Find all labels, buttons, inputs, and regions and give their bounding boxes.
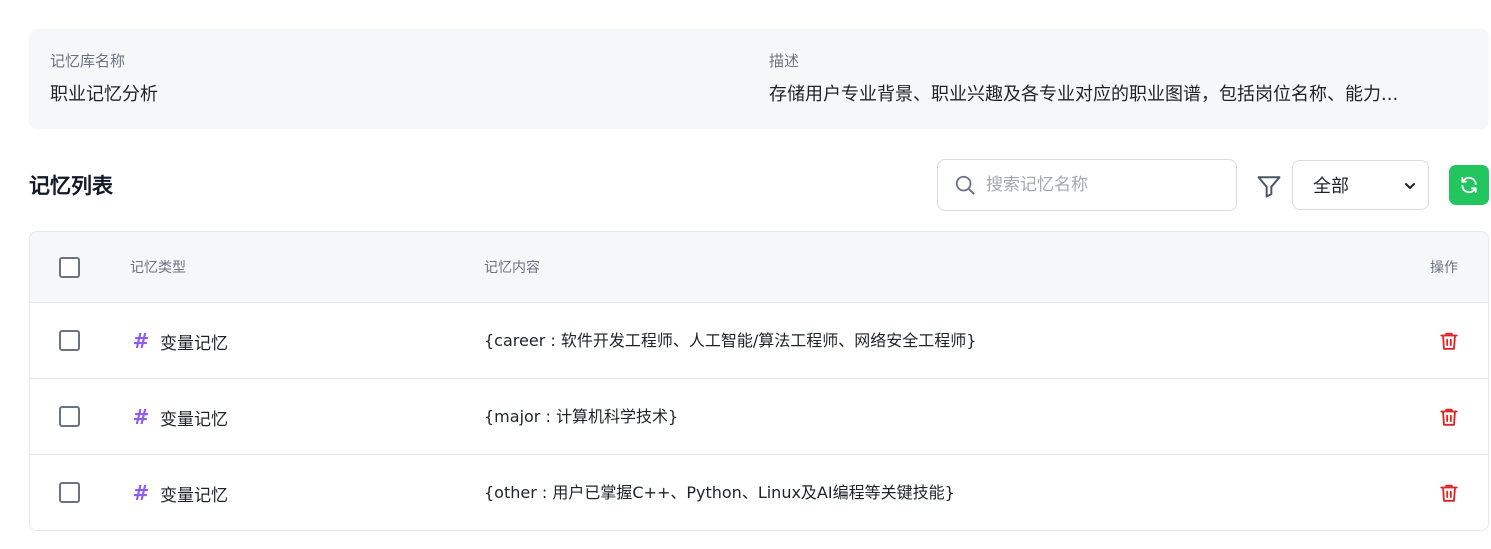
filter-icon[interactable] [1255, 172, 1283, 200]
search-input[interactable] [986, 175, 1216, 195]
memory-base-desc-label: 描述 [769, 52, 800, 70]
row-checkbox[interactable] [59, 330, 80, 351]
memory-base-desc-section: 描述 存储用户专业背景、职业兴趣及各专业对应的职业图谱，包括岗位名称、能力... [769, 51, 1471, 107]
refresh-icon [1461, 176, 1477, 194]
trash-icon[interactable] [1438, 482, 1460, 504]
memory-base-info-card: 记忆库名称 职业记忆分析 描述 存储用户专业背景、职业兴趣及各专业对应的职业图谱… [29, 29, 1489, 129]
hash-icon: # [132, 405, 150, 429]
select-all-checkbox[interactable] [59, 257, 80, 278]
memory-type-label: 变量记忆 [160, 409, 228, 430]
memory-content-cell: {career : 软件开发工程师、人工智能/算法工程师、网络安全工程师} [484, 331, 977, 350]
memory-content-cell: {major : 计算机科学技术} [484, 407, 679, 426]
memory-content-cell: {other : 用户已掌握C++、Python、Linux及AI编程等关键技能… [484, 483, 955, 502]
chevron-down-icon [1405, 183, 1415, 189]
memory-type-cell: # 变量记忆 [130, 329, 228, 354]
memory-base-name-section: 记忆库名称 职业记忆分析 [50, 51, 158, 107]
table-row: # 变量记忆 {other : 用户已掌握C++、Python、Linux及AI… [30, 455, 1488, 530]
type-filter-select[interactable]: 全部 [1292, 160, 1429, 210]
memory-type-label: 变量记忆 [160, 485, 228, 506]
memory-base-name-value: 职业记忆分析 [50, 84, 158, 105]
memory-table: 记忆类型 记忆内容 操作 # 变量记忆 {career : 软件开发工程师、人工… [29, 231, 1489, 531]
trash-icon[interactable] [1438, 406, 1460, 428]
search-icon [955, 175, 975, 195]
memory-list-title: 记忆列表 [29, 174, 113, 198]
memory-base-name-label: 记忆库名称 [50, 52, 126, 70]
row-checkbox[interactable] [59, 406, 80, 427]
memory-type-cell: # 变量记忆 [130, 481, 228, 506]
header-memory-type: 记忆类型 [130, 260, 186, 276]
header-memory-content: 记忆内容 [484, 260, 540, 276]
table-header: 记忆类型 记忆内容 操作 [30, 232, 1488, 303]
memory-type-cell: # 变量记忆 [130, 405, 228, 430]
hash-icon: # [132, 329, 150, 353]
table-row: # 变量记忆 {major : 计算机科学技术} [30, 379, 1488, 455]
memory-base-desc-value: 存储用户专业背景、职业兴趣及各专业对应的职业图谱，包括岗位名称、能力... [769, 84, 1399, 105]
refresh-button[interactable] [1449, 165, 1489, 205]
type-filter-selected-value: 全部 [1313, 176, 1349, 197]
hash-icon: # [132, 481, 150, 505]
memory-type-label: 变量记忆 [160, 333, 228, 354]
trash-icon[interactable] [1438, 330, 1460, 352]
header-actions: 操作 [1430, 260, 1458, 276]
search-box[interactable] [937, 159, 1237, 211]
table-row: # 变量记忆 {career : 软件开发工程师、人工智能/算法工程师、网络安全… [30, 303, 1488, 379]
row-checkbox[interactable] [59, 482, 80, 503]
